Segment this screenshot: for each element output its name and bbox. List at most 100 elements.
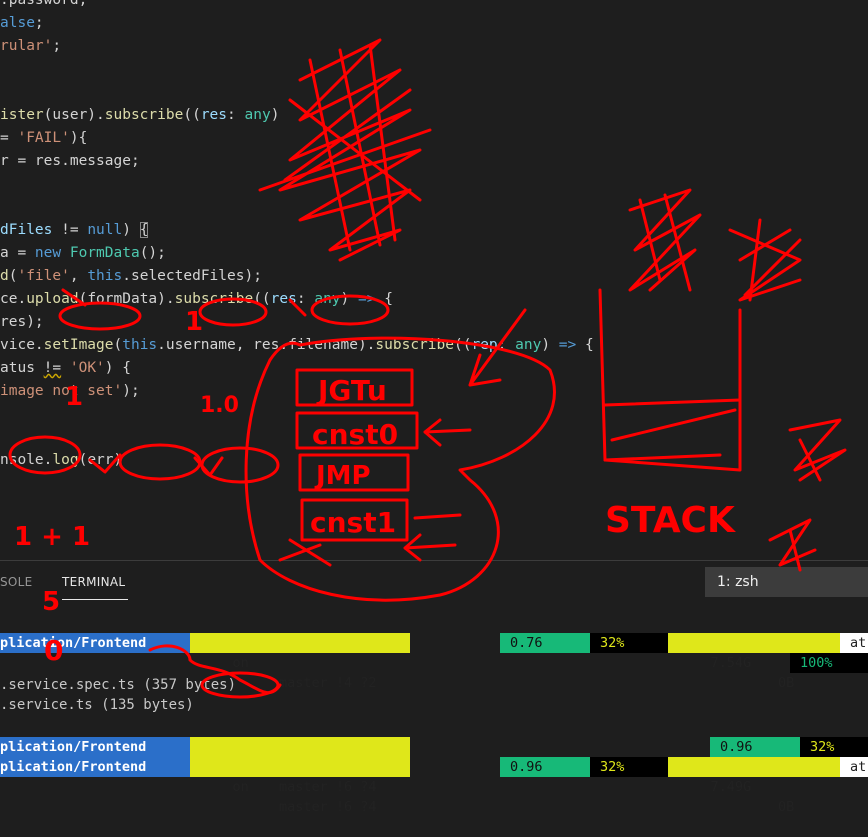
code-token: rular' — [0, 38, 53, 54]
code-token: { — [576, 337, 594, 353]
code-token: , — [69, 268, 88, 284]
code-token: (( — [183, 107, 201, 123]
code-token: ( — [113, 337, 123, 353]
code-token: (( — [453, 337, 472, 353]
code-token: subscribe — [174, 291, 254, 307]
memory-value: 7.49G — [710, 779, 752, 795]
code-token: ; — [52, 38, 62, 54]
swap-value: 0B — [778, 799, 795, 815]
code-token: setImage — [43, 337, 114, 353]
code-line[interactable]: rular'; — [0, 35, 61, 58]
code-token: : — [497, 337, 516, 353]
code-token: ); — [122, 383, 140, 399]
code-token: vice. — [0, 337, 44, 353]
prompt-branch-status: master !6 ?4 — [279, 779, 377, 795]
code-line[interactable]: = 'FAIL'){ — [0, 127, 87, 150]
code-token: .username, res.filename). — [157, 337, 376, 353]
prompt-on-label: on — [232, 655, 249, 671]
time-segment: at — [840, 633, 868, 653]
prompt-git-segment: on master !4 ?2 — [190, 633, 410, 691]
cpu-segment: 32% — [800, 737, 868, 757]
code-line[interactable]: r = res.message; — [0, 150, 140, 173]
code-token: subscribe — [375, 337, 454, 353]
code-line[interactable]: res); — [0, 311, 44, 334]
memory-segment: 7.54G 0B — [668, 633, 840, 691]
prompt-path-segment: plication/Frontend — [0, 757, 190, 777]
code-token: : — [227, 107, 245, 123]
code-line[interactable]: dFiles != null) { — [0, 219, 149, 242]
code-token: ) — [270, 107, 280, 123]
code-token: this — [122, 337, 158, 353]
code-token: image not set' — [0, 383, 123, 399]
code-token: (formData). — [78, 291, 175, 307]
code-token: : — [296, 291, 315, 307]
code-line[interactable]: nsole.log(err) — [0, 449, 122, 472]
code-token: 'FAIL' — [17, 130, 70, 146]
prompt-on-label: on — [232, 779, 249, 795]
terminal-output-line: .service.ts (135 bytes) — [0, 697, 194, 713]
code-token: alse — [0, 15, 35, 31]
code-token: subscribe — [104, 107, 184, 123]
code-line[interactable]: .password, — [0, 0, 87, 12]
code-token: res — [270, 291, 297, 307]
cpu-segment: 32% — [590, 633, 668, 653]
prompt-git-segment: on master !6 ?4 — [190, 757, 410, 815]
code-token: { — [375, 291, 393, 307]
terminal-selector-dropdown[interactable]: 1: zsh — [705, 567, 868, 597]
memory-segment: 7.49G 0B — [668, 757, 840, 815]
code-line[interactable]: vice.setImage(this.username, res.filenam… — [0, 334, 594, 357]
prompt-path-segment: plication/Frontend — [0, 737, 190, 757]
code-token: this — [87, 268, 123, 284]
time-segment: at — [840, 757, 868, 777]
swap-value: 0B — [778, 675, 795, 691]
code-token: ister — [0, 107, 44, 123]
code-token: ) — [541, 337, 559, 353]
code-line[interactable]: image not set'); — [0, 380, 140, 403]
code-token: => — [558, 337, 577, 353]
code-line[interactable]: atus != 'OK') { — [0, 357, 131, 380]
load-average-segment: 0.96 — [710, 737, 800, 757]
tab-debug-console[interactable]: SOLE — [0, 573, 33, 599]
code-token: any — [244, 107, 271, 123]
code-line[interactable]: ce.upload(formData).subscribe((res: any)… — [0, 288, 393, 311]
code-token: new — [34, 245, 62, 261]
code-token: nsole. — [0, 452, 53, 468]
code-token: (); — [139, 245, 166, 261]
code-line[interactable]: d('file', this.selectedFiles); — [0, 265, 262, 288]
code-token: res); — [0, 314, 44, 330]
code-token: .password, — [0, 0, 88, 8]
code-token: res — [200, 107, 228, 123]
tab-terminal[interactable]: TERMINAL — [62, 573, 128, 600]
code-token: r = res.message; — [0, 153, 140, 169]
code-token: (( — [253, 291, 271, 307]
prompt-git-segment: on master !6 ?4 — [190, 737, 410, 795]
code-token: dFiles — [0, 222, 53, 238]
code-token: { — [139, 222, 149, 238]
code-token: log — [52, 452, 79, 468]
code-token: ) { — [104, 360, 131, 376]
code-token: ) — [122, 222, 140, 238]
code-token: => — [358, 291, 376, 307]
code-token: ) — [340, 291, 359, 307]
memory-value: 7.54G — [710, 655, 752, 671]
code-line[interactable]: ister(user).subscribe((res: any) — [0, 104, 279, 127]
code-token: ce. — [0, 291, 27, 307]
terminal-output-line: .service.spec.ts (357 bytes) — [0, 677, 237, 693]
code-line[interactable]: a = new FormData(); — [0, 242, 166, 265]
code-token: any — [314, 291, 341, 307]
code-line[interactable]: alse; — [0, 12, 44, 35]
code-token: ; — [34, 15, 44, 31]
code-token: 'file' — [17, 268, 70, 284]
code-token: .selectedFiles); — [122, 268, 262, 284]
battery-segment: 100% — [790, 653, 868, 673]
code-token: rep — [471, 337, 498, 353]
code-token: null — [87, 222, 123, 238]
prompt-branch-status: master !4 ?2 — [279, 675, 377, 691]
code-token: atus — [0, 360, 44, 376]
code-editor[interactable]: .password, alse; rular'; ister(user).subscr… — [0, 0, 868, 560]
code-token: upload — [26, 291, 79, 307]
code-token: != — [52, 222, 88, 238]
code-token: a = — [0, 245, 35, 261]
